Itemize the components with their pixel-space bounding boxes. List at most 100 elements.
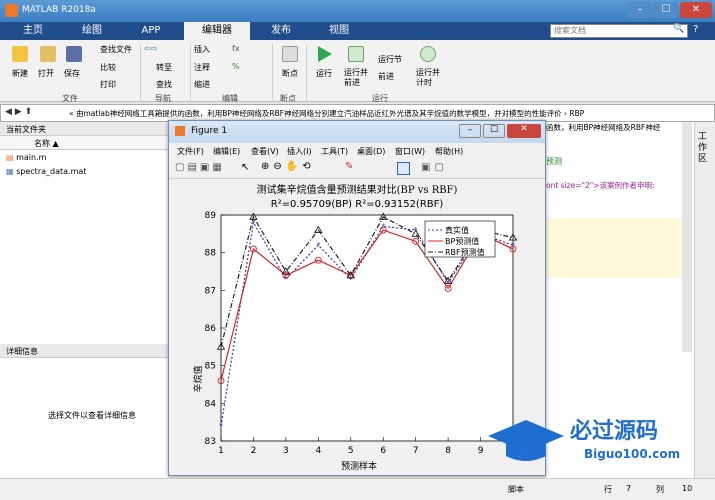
breakpoints-button[interactable]: 断点 (282, 68, 298, 79)
figure-close-button[interactable]: ✕ (507, 124, 541, 138)
menu-window[interactable]: 窗口(W) (395, 146, 425, 157)
figure-logo-icon (175, 126, 185, 136)
data-point: * (219, 422, 223, 431)
goto-button[interactable]: 转至 (156, 62, 172, 73)
open-button[interactable]: 打开 (38, 68, 54, 79)
search-icon: 🔍 (673, 24, 685, 34)
section-run: 运行 (372, 94, 388, 103)
figure-maximize-button[interactable]: ☐ (483, 124, 505, 138)
breakpoints-icon[interactable] (282, 46, 298, 62)
data-point: * (316, 241, 320, 250)
comment-button[interactable]: 注释 (194, 62, 210, 73)
details-title: 详细信息 (0, 344, 168, 358)
y-tick-label: 86 (205, 324, 217, 334)
divider (140, 44, 141, 102)
status-row-label: 行 (604, 485, 612, 494)
print-button[interactable]: 打印 (100, 79, 116, 90)
section-file: 文件 (62, 94, 78, 103)
close-button[interactable]: ✕ (680, 2, 712, 18)
editor-line: ont size="2">该案例作者申明: (546, 181, 655, 190)
status-row: 7 (626, 484, 632, 493)
figure-toolbar: ▢▤▣▦ ↖ ⊕⊖✋⟲ ✎ ▣▢ (169, 159, 545, 179)
pointer-icon[interactable]: ↖ (241, 162, 249, 173)
menu-insert[interactable]: 插入(I) (287, 146, 312, 157)
y-tick-label: 85 (205, 362, 216, 372)
run-icon[interactable] (318, 46, 332, 62)
indent-button[interactable]: 缩进 (194, 79, 210, 90)
advance-button[interactable]: 前进 (378, 71, 394, 82)
file-list: ▤ main.m ▦ spectra_data.mat (0, 150, 168, 184)
new-button[interactable]: 新建 (12, 68, 28, 79)
minimize-button[interactable]: – (628, 2, 652, 18)
editor-ribbon: 新建 打开 保存 查找文件 比较 打印 文件 ⇦⇨ 转至 查找 导航 插入 注释… (0, 40, 715, 103)
scrollbar[interactable] (682, 122, 692, 352)
fx-icon[interactable]: fx (232, 44, 240, 53)
legend-icon[interactable] (397, 162, 410, 175)
workspace-sidebar[interactable] (694, 122, 715, 478)
menu-file[interactable]: 文件(F) (177, 146, 204, 157)
tab-apps[interactable]: APP (126, 22, 176, 40)
help-icon[interactable]: ? (693, 24, 698, 35)
legend-entry: 真实值 (445, 225, 469, 235)
watermark-logo: 必过源码 Biguo100.com (488, 418, 680, 461)
y-tick-label: 88 (205, 249, 217, 259)
watermark-url: Biguo100.com (584, 447, 680, 461)
nav-arrows-icon[interactable]: ◀ ▶ ⬆ (5, 107, 32, 117)
figure-title: Figure 1 (191, 126, 228, 136)
x-tick-label: 7 (413, 446, 419, 456)
zoom-pan-icon[interactable]: ⊕⊖✋⟲ (261, 161, 315, 172)
maximize-button[interactable]: ☐ (654, 2, 678, 18)
tab-editor[interactable]: 编辑器 (184, 22, 250, 40)
x-tick-label: 3 (283, 446, 289, 456)
menu-help[interactable]: 帮助(H) (435, 146, 463, 157)
menu-edit[interactable]: 编辑(E) (213, 146, 240, 157)
plot-area: 83848586878889123456789**********真实值BP预测… (205, 211, 518, 456)
percent-icon[interactable]: % (232, 62, 240, 71)
menu-tools[interactable]: 工具(T) (321, 146, 348, 157)
open-folder-icon[interactable] (40, 46, 56, 62)
new-icon[interactable] (12, 46, 28, 62)
workspace-tab[interactable]: 工作区 (698, 132, 710, 165)
figure-minimize-button[interactable]: – (459, 124, 481, 138)
data-point: * (284, 275, 288, 284)
find-button[interactable]: 查找 (156, 79, 172, 90)
legend-entry: BP预测值 (445, 236, 479, 246)
x-tick-label: 5 (348, 446, 354, 456)
brush-icon[interactable]: ✎ (345, 161, 353, 172)
cell-highlight (546, 218, 682, 278)
list-item[interactable]: ▤ main.m (6, 153, 162, 167)
run-button[interactable]: 运行 (316, 68, 332, 79)
file-tools-icon[interactable]: ▢▤▣▦ (175, 162, 225, 173)
save-icon[interactable] (66, 46, 82, 62)
menu-view[interactable]: 查看(V) (251, 146, 279, 157)
status-bar: 脚本 行 7 列 10 (0, 478, 715, 500)
run-time-icon[interactable] (420, 46, 436, 62)
chart-title: 测试集辛烷值含量预测结果对比(BP vs RBF) (257, 183, 458, 196)
current-folder-panel: 当前文件夹 名称 ▲ ▤ main.m ▦ spectra_data.mat 详… (0, 122, 168, 500)
back-forward-icon[interactable]: ⇦⇨ (144, 44, 157, 53)
find-files-button[interactable]: 查找文件 (100, 44, 132, 55)
list-item[interactable]: ▦ spectra_data.mat (6, 167, 162, 181)
tab-home[interactable]: 主页 (8, 22, 58, 40)
x-tick-label: 8 (445, 446, 451, 456)
tab-bar: 主页 绘图 APP 编辑器 发布 视图 搜索文档 🔍 ? (0, 22, 715, 40)
run-advance-icon[interactable] (348, 46, 364, 62)
menu-desktop[interactable]: 桌面(D) (357, 146, 385, 157)
name-column-header[interactable]: 名称 ▲ (0, 136, 168, 150)
section-navigate: 导航 (155, 94, 171, 103)
insert-button[interactable]: 插入 (194, 44, 210, 55)
data-point: * (349, 275, 353, 284)
address-path[interactable]: « 由matlab神经网络工具箱提供的函数，利用BP神经网络及RBF神经网络分别… (69, 108, 689, 119)
divider (272, 44, 273, 102)
run-advance-button[interactable]: 运行并 前进 (344, 68, 368, 88)
section-edit: 编辑 (222, 94, 238, 103)
compare-button[interactable]: 比较 (100, 62, 116, 73)
tab-view[interactable]: 视图 (314, 22, 364, 40)
tab-publish[interactable]: 发布 (256, 22, 306, 40)
figure-menu-bar: 文件(F) 编辑(E) 查看(V) 插入(I) 工具(T) 桌面(D) 窗口(W… (169, 143, 545, 159)
layout-icon[interactable]: ▣▢ (421, 162, 448, 173)
tab-plots[interactable]: 绘图 (64, 22, 120, 40)
run-section-button[interactable]: 运行节 (378, 54, 402, 65)
run-time-button[interactable]: 运行并 计时 (416, 68, 440, 88)
save-button[interactable]: 保存 (64, 68, 80, 79)
